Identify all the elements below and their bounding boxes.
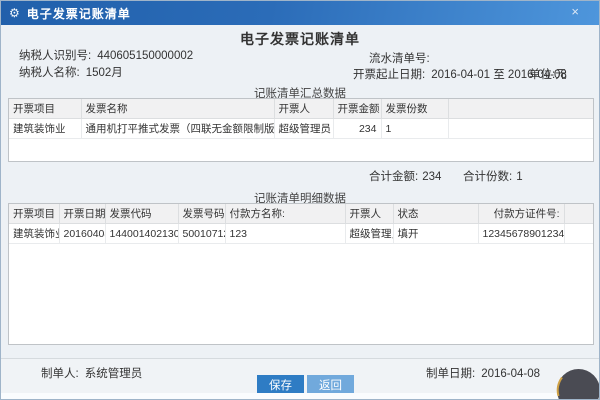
cell-invoice-code: 144001402130 (105, 224, 178, 244)
serial-no-label: 流水清单号: (369, 53, 430, 65)
window-title: 电子发票记账清单 (27, 5, 131, 22)
doc-date-value: 2016-04-08 (481, 368, 540, 380)
cell-copies: 1 (381, 119, 448, 139)
gear-icon: ⚙ (9, 7, 20, 19)
cell-invoice-number: 50010712 (178, 224, 225, 244)
titlebar: ⚙ 电子发票记账清单 × (1, 1, 599, 25)
detail-table: 开票项目 开票日期 发票代码 发票号码 付款方名称: 开票人 状态 付款方证件号… (8, 203, 594, 345)
column-header[interactable]: 开票项目 (9, 204, 59, 224)
taxpayer-name-field: 纳税人名称: 1502月 (19, 64, 123, 80)
date-range-label: 开票起止日期: (353, 69, 425, 81)
total-amount-label: 合计金额: (369, 171, 418, 183)
column-header[interactable]: 付款方名称: (225, 204, 345, 224)
cell-invoice-item: 建筑装饰业 (9, 119, 81, 139)
column-header[interactable]: 开票人 (345, 204, 393, 224)
column-header[interactable]: 发票代码 (105, 204, 178, 224)
taxpayer-name-value: 1502月 (86, 67, 123, 79)
column-header[interactable]: 开票金额 (333, 99, 381, 119)
column-header[interactable]: 开票人 (274, 99, 333, 119)
app-window: ⚙ 电子发票记账清单 × 电子发票记账清单 纳税人识别号: 44060515000… (0, 0, 600, 400)
total-amount-value: 234 (422, 171, 441, 183)
unit-label: 单位:元 (529, 66, 567, 82)
footer-bar: 制单人: 系统管理员 保存 返回 制单日期: 2016-04-08 (1, 358, 599, 396)
back-button[interactable]: 返回 (307, 375, 354, 395)
total-count-value: 1 (516, 171, 522, 183)
taxpayer-name-label: 纳税人名称: (19, 67, 80, 79)
cell-invoice-name: 通用机打平推式发票（四联无金额限制版-210mm×139... (81, 119, 274, 139)
cell-invoice-item: 建筑装饰业 (9, 224, 59, 244)
cell-payer-id: 123456789012345 (478, 224, 564, 244)
summary-header-row: 开票项目 发票名称 开票人 开票金额 发票份数 (9, 99, 593, 119)
cell-amount: 234 (333, 119, 381, 139)
cell-empty (448, 119, 593, 139)
summary-table: 开票项目 发票名称 开票人 开票金额 发票份数 建筑装饰业 通用机打平推式发票（… (8, 98, 594, 162)
taxpayer-id-field: 纳税人识别号: 440605150000002 (19, 47, 193, 63)
creator-value: 系统管理员 (85, 368, 143, 380)
column-header[interactable]: 发票号码 (178, 204, 225, 224)
column-header-empty (564, 204, 593, 224)
total-count: 合计份数: 1 (463, 168, 523, 184)
doc-date-field: 制单日期: 2016-04-08 (426, 365, 540, 381)
column-header[interactable]: 发票名称 (81, 99, 274, 119)
column-header[interactable]: 状态 (393, 204, 478, 224)
cell-issuer: 超级管理员 (274, 119, 333, 139)
column-header[interactable]: 开票项目 (9, 99, 81, 119)
cell-issue-date: 20160408 (59, 224, 105, 244)
page-title: 电子发票记账清单 (1, 29, 599, 49)
taxpayer-id-value: 440605150000002 (97, 50, 193, 62)
total-count-label: 合计份数: (463, 171, 512, 183)
column-header[interactable]: 付款方证件号: (478, 204, 564, 224)
floating-assistant-widget[interactable] (556, 368, 600, 400)
column-header[interactable]: 开票日期 (59, 204, 105, 224)
cell-issuer: 超级管理员 (345, 224, 393, 244)
doc-date-label: 制单日期: (426, 368, 475, 380)
creator-field: 制单人: 系统管理员 (41, 365, 142, 381)
taxpayer-id-label: 纳税人识别号: (19, 50, 91, 62)
detail-table-row[interactable]: 建筑装饰业 20160408 144001402130 50010712 123… (9, 224, 593, 244)
cell-status: 填开 (393, 224, 478, 244)
save-button[interactable]: 保存 (257, 375, 304, 395)
window-bottom-edge (1, 393, 599, 399)
serial-no-field: 流水清单号: (369, 50, 436, 66)
cell-payer-name: 123 (225, 224, 345, 244)
column-header[interactable]: 发票份数 (381, 99, 448, 119)
summary-table-row[interactable]: 建筑装饰业 通用机打平推式发票（四联无金额限制版-210mm×139... 超级… (9, 119, 593, 139)
detail-header-row: 开票项目 开票日期 发票代码 发票号码 付款方名称: 开票人 状态 付款方证件号… (9, 204, 593, 224)
cell-empty (564, 224, 593, 244)
creator-label: 制单人: (41, 368, 79, 380)
close-icon[interactable]: × (571, 5, 579, 18)
total-amount: 合计金额: 234 (369, 168, 441, 184)
column-header-empty (448, 99, 593, 119)
